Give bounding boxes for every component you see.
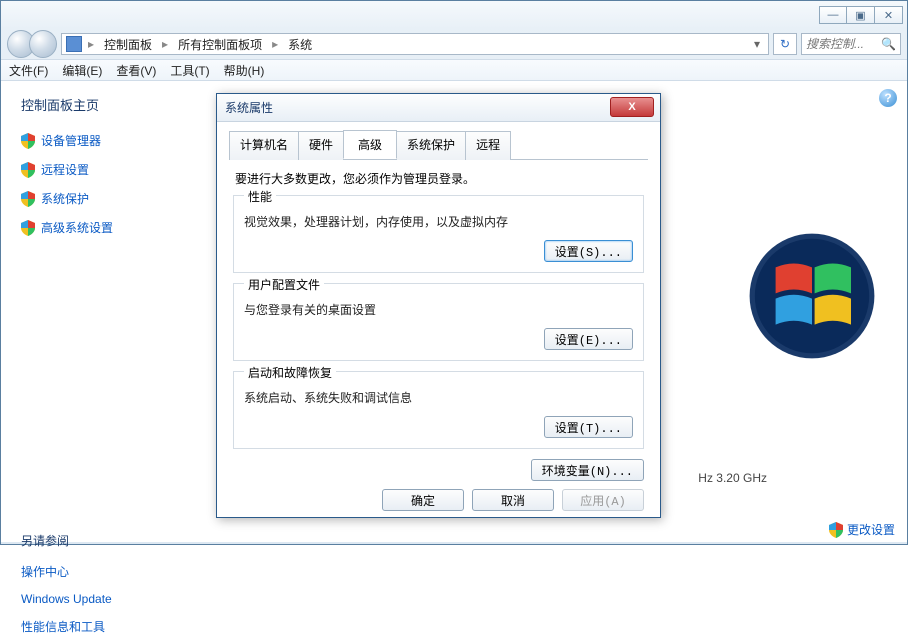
window-close-button[interactable]: ✕	[875, 6, 903, 24]
breadcrumb-item[interactable]: 控制面板	[100, 34, 156, 55]
group-startup-recovery: 启动和故障恢复 系统启动、系统失败和调试信息 设置(T)...	[233, 371, 644, 449]
breadcrumb-item[interactable]: 系统	[284, 34, 316, 55]
cancel-button[interactable]: 取消	[472, 489, 554, 511]
ok-button[interactable]: 确定	[382, 489, 464, 511]
maximize-button[interactable]: ▣	[847, 6, 875, 24]
sidebar-link-remote[interactable]: 远程设置	[21, 155, 191, 184]
tab-system-protection[interactable]: 系统保护	[396, 131, 466, 160]
group-description: 视觉效果，处理器计划，内存使用，以及虚拟内存	[244, 213, 633, 230]
breadcrumb-sep: ▸	[158, 37, 172, 51]
dialog-title: 系统属性	[225, 99, 273, 116]
sidebar-link-label: 设备管理器	[41, 132, 101, 149]
shield-icon	[21, 220, 35, 236]
tab-computer-name[interactable]: 计算机名	[229, 131, 299, 160]
change-settings-label: 更改设置	[847, 521, 895, 538]
windows-logo	[747, 231, 877, 364]
breadcrumb[interactable]: ▸ 控制面板 ▸ 所有控制面板项 ▸ 系统 ▾	[61, 33, 769, 55]
tab-strip: 计算机名 硬件 高级 系统保护 远程	[229, 130, 648, 160]
forward-button[interactable]	[29, 30, 57, 58]
performance-settings-button[interactable]: 设置(S)...	[544, 240, 633, 262]
search-icon[interactable]: 🔍	[881, 37, 896, 51]
nav-buttons	[7, 30, 57, 58]
apply-button[interactable]: 应用(A)	[562, 489, 644, 511]
system-properties-dialog: 系统属性 X 计算机名 硬件 高级 系统保护 远程 要进行大多数更改，您必须作为…	[216, 93, 661, 518]
minimize-button[interactable]: —	[819, 6, 847, 24]
sidebar-see-also-windows-update[interactable]: Windows Update	[21, 586, 191, 612]
breadcrumb-sep: ▸	[268, 37, 282, 51]
tab-advanced[interactable]: 高级	[343, 130, 397, 159]
shield-icon	[21, 162, 35, 178]
dialog-description: 要进行大多数更改，您必须作为管理员登录。	[235, 170, 642, 187]
dialog-close-button[interactable]: X	[610, 97, 654, 117]
sidebar-link-label: 远程设置	[41, 161, 89, 178]
control-panel-icon	[66, 36, 82, 52]
sidebar-link-protection[interactable]: 系统保护	[21, 184, 191, 213]
menu-file[interactable]: 文件(F)	[9, 62, 48, 79]
search-box[interactable]: 🔍	[801, 33, 901, 55]
user-profiles-settings-button[interactable]: 设置(E)...	[544, 328, 633, 350]
shield-icon	[829, 522, 843, 538]
group-title: 用户配置文件	[244, 276, 324, 293]
control-panel-window: — ▣ ✕ ▸ 控制面板 ▸ 所有控制面板项 ▸ 系统 ▾ ↻ 🔍 文件(F) …	[0, 0, 908, 545]
shield-icon	[21, 191, 35, 207]
sidebar-link-label: 高级系统设置	[41, 219, 113, 236]
sidebar-see-also-performance[interactable]: 性能信息和工具	[21, 612, 191, 641]
address-bar: ▸ 控制面板 ▸ 所有控制面板项 ▸ 系统 ▾ ↻ 🔍	[1, 29, 907, 59]
menu-help[interactable]: 帮助(H)	[224, 62, 265, 79]
dialog-footer: 确定 取消 应用(A)	[229, 489, 648, 511]
cpu-speed-text: Hz 3.20 GHz	[698, 471, 767, 485]
menubar: 文件(F) 编辑(E) 查看(V) 工具(T) 帮助(H)	[1, 59, 907, 81]
group-description: 与您登录有关的桌面设置	[244, 301, 633, 318]
sidebar-see-also-title: 另请参阅	[21, 532, 191, 549]
tab-hardware[interactable]: 硬件	[298, 131, 344, 160]
sidebar-link-label: 系统保护	[41, 190, 89, 207]
titlebar: — ▣ ✕	[1, 1, 907, 29]
sidebar: 控制面板主页 设备管理器 远程设置 系统保护 高级系统设置 另请参阅 操作中心 …	[1, 81, 201, 542]
sidebar-title: 控制面板主页	[21, 95, 191, 114]
sidebar-link-device-manager[interactable]: 设备管理器	[21, 126, 191, 155]
menu-tools[interactable]: 工具(T)	[170, 62, 209, 79]
breadcrumb-dropdown-icon[interactable]: ▾	[750, 37, 764, 51]
breadcrumb-sep: ▸	[84, 37, 98, 51]
menu-edit[interactable]: 编辑(E)	[62, 62, 102, 79]
change-settings-link[interactable]: 更改设置	[829, 521, 895, 538]
startup-recovery-settings-button[interactable]: 设置(T)...	[544, 416, 633, 438]
help-button[interactable]: ?	[879, 89, 897, 107]
group-description: 系统启动、系统失败和调试信息	[244, 389, 633, 406]
sidebar-link-advanced[interactable]: 高级系统设置	[21, 213, 191, 242]
group-user-profiles: 用户配置文件 与您登录有关的桌面设置 设置(E)...	[233, 283, 644, 361]
sidebar-see-also-action-center[interactable]: 操作中心	[21, 557, 191, 586]
group-title: 性能	[244, 188, 276, 205]
breadcrumb-item[interactable]: 所有控制面板项	[174, 34, 266, 55]
refresh-button[interactable]: ↻	[773, 33, 797, 55]
menu-view[interactable]: 查看(V)	[116, 62, 156, 79]
search-input[interactable]	[806, 37, 881, 51]
environment-variables-button[interactable]: 环境变量(N)...	[531, 459, 644, 481]
shield-icon	[21, 133, 35, 149]
group-title: 启动和故障恢复	[244, 364, 336, 381]
dialog-titlebar[interactable]: 系统属性 X	[217, 94, 660, 122]
group-performance: 性能 视觉效果，处理器计划，内存使用，以及虚拟内存 设置(S)...	[233, 195, 644, 273]
dialog-body: 计算机名 硬件 高级 系统保护 远程 要进行大多数更改，您必须作为管理员登录。 …	[217, 122, 660, 521]
tab-remote[interactable]: 远程	[465, 131, 511, 160]
